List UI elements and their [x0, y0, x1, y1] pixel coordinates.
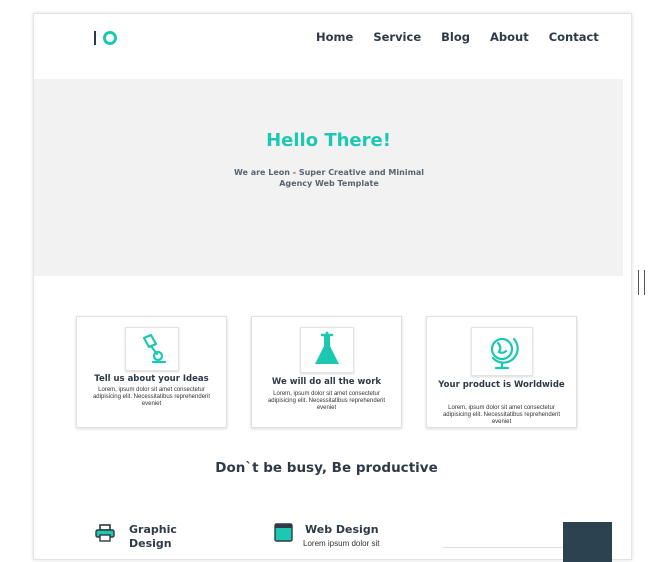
nav-blog[interactable]: Blog [441, 30, 470, 44]
dark-image-block [563, 522, 612, 562]
card-text: Lorem, ipsum dolor sit amet consectetur … [267, 391, 386, 411]
service-title-web-design: Web Design [305, 523, 379, 536]
hero-title: Hello There! [266, 130, 391, 151]
main-nav: Home Service Blog About Contact [316, 30, 599, 44]
card-title: Tell us about your Ideas [94, 374, 209, 384]
site-logo[interactable] [94, 30, 118, 46]
nav-contact[interactable]: Contact [549, 30, 599, 44]
card-icon-box [124, 327, 179, 371]
card-text: Lorem, ipsum dolor sit amet consectetur … [442, 405, 561, 425]
hero-subtitle-line1: We are Leon - Super Creative and Minimal [233, 168, 425, 177]
service-title-graphic-design: Graphic Design [129, 523, 177, 551]
feature-card-work: We will do all the work Lorem, ipsum dol… [251, 316, 402, 428]
globe-icon [490, 337, 519, 369]
service-title-line2: Design [129, 537, 172, 550]
feature-card-worldwide: Your product is Worldwide Lorem, ipsum d… [426, 316, 577, 428]
desk-lamp-icon [142, 333, 166, 364]
hero-subtitle-line2: Agency Web Template [279, 179, 379, 188]
card-title: We will do all the work [271, 377, 382, 387]
nav-service[interactable]: Service [373, 30, 421, 44]
browser-window-icon [274, 523, 293, 542]
logo-ring [103, 31, 117, 45]
flask-icon [314, 331, 339, 364]
logo-bar [94, 31, 96, 45]
printer-icon [95, 524, 115, 542]
card-icon-box [470, 327, 533, 376]
card-text: Lorem, ipsum dolor sit amet consectetur … [92, 387, 211, 407]
hero-subtitle: We are Leon - Super Creative and Minimal… [229, 167, 429, 189]
nav-home[interactable]: Home [316, 30, 353, 44]
card-icon-box [299, 327, 354, 373]
section-title: Don`t be busy, Be productive [215, 460, 438, 476]
hero-section: Hello There! We are Leon - Super Creativ… [34, 79, 623, 276]
feature-card-ideas: Tell us about your Ideas Lorem, ipsum do… [76, 316, 227, 428]
service-text-web-design: Lorem ipsum dolor sit [303, 539, 380, 548]
scroll-indicator[interactable] [638, 270, 645, 295]
nav-about[interactable]: About [490, 30, 529, 44]
card-title: Your product is Worldwide [438, 380, 565, 390]
service-title-line1: Graphic [129, 523, 177, 536]
